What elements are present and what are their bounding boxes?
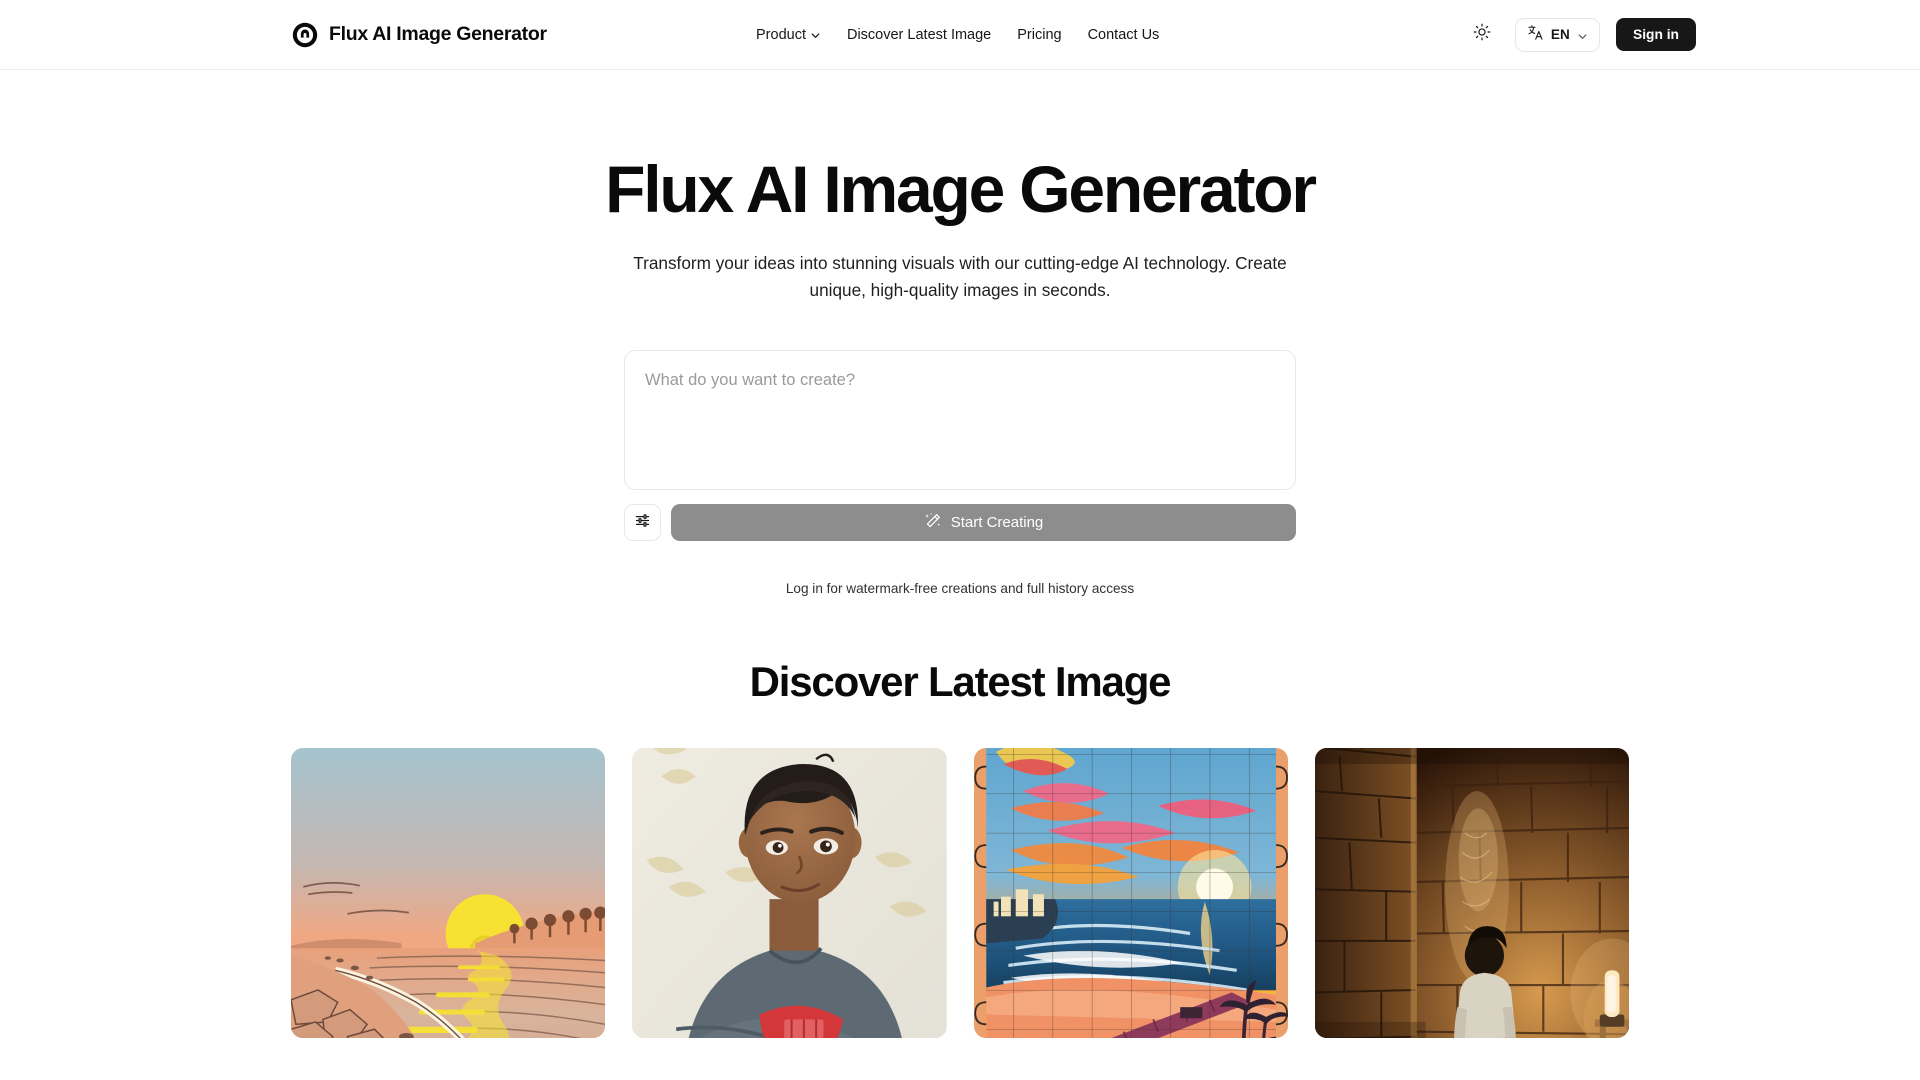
sun-icon — [1473, 23, 1491, 46]
prompt-action-row: Start Creating — [624, 504, 1296, 542]
gallery-grid — [291, 748, 1629, 1039]
start-creating-label: Start Creating — [950, 514, 1044, 532]
chevron-down-icon — [810, 29, 821, 40]
generation-settings-button[interactable] — [624, 504, 661, 542]
nav-item-contact-us[interactable]: Contact Us — [1075, 19, 1173, 51]
page-title: Flux AI Image Generator — [605, 152, 1317, 226]
nav-item-discover-latest-image[interactable]: Discover Latest Image — [834, 19, 1004, 51]
gallery-card[interactable] — [291, 748, 606, 1039]
nav-label-contact: Contact Us — [1087, 26, 1160, 43]
boy-portrait-photo — [632, 748, 947, 1039]
login-hint-text: Log in for watermark-free creations and … — [785, 581, 1135, 597]
chevron-down-icon — [1577, 29, 1588, 40]
start-creating-button[interactable]: Start Creating — [671, 504, 1296, 542]
site-header: Flux AI Image Generator Product Discover… — [0, 0, 1920, 70]
main-content: Flux AI Image Generator Transform your i… — [0, 70, 1920, 1039]
sign-in-button[interactable]: Sign in — [1616, 18, 1696, 51]
nav-item-product[interactable]: Product — [743, 19, 834, 51]
header-actions: EN Sign in — [1465, 17, 1696, 52]
gallery-card[interactable] — [1314, 748, 1629, 1039]
language-selector[interactable]: EN — [1514, 17, 1600, 52]
main-navigation: Product Discover Latest Image Pricing Co… — [743, 19, 1172, 51]
gallery-card[interactable] — [632, 748, 947, 1039]
discover-latest-image-section: Discover Latest Image — [0, 658, 1920, 1039]
gallery-heading: Discover Latest Image — [749, 658, 1172, 706]
nav-label-product: Product — [756, 26, 806, 43]
nav-label-discover: Discover Latest Image — [846, 26, 992, 43]
beach-sunset-illustration — [291, 748, 606, 1039]
nav-label-pricing: Pricing — [1017, 26, 1062, 43]
flux-circle-logo-icon — [292, 22, 318, 48]
hero-subtitle: Transform your ideas into stunning visua… — [633, 252, 1287, 301]
gallery-card[interactable] — [973, 748, 1288, 1039]
brand-logo-link[interactable]: Flux AI Image Generator — [292, 22, 547, 48]
jigsaw-beach-sunset-image — [973, 748, 1288, 1039]
magic-wand-icon — [924, 512, 942, 534]
language-code: EN — [1550, 27, 1570, 42]
nav-item-pricing[interactable]: Pricing — [1004, 19, 1074, 51]
sliders-icon — [634, 512, 651, 534]
prompt-generator-panel: Start Creating Log in for watermark-free… — [624, 350, 1296, 596]
translate-icon — [1527, 24, 1544, 46]
brand-name: Flux AI Image Generator — [329, 23, 547, 45]
prompt-input[interactable] — [624, 350, 1296, 491]
hero-section: Flux AI Image Generator Transform your i… — [0, 70, 1920, 304]
theme-toggle-button[interactable] — [1465, 18, 1499, 52]
boy-at-stone-wall-image — [1314, 748, 1629, 1039]
